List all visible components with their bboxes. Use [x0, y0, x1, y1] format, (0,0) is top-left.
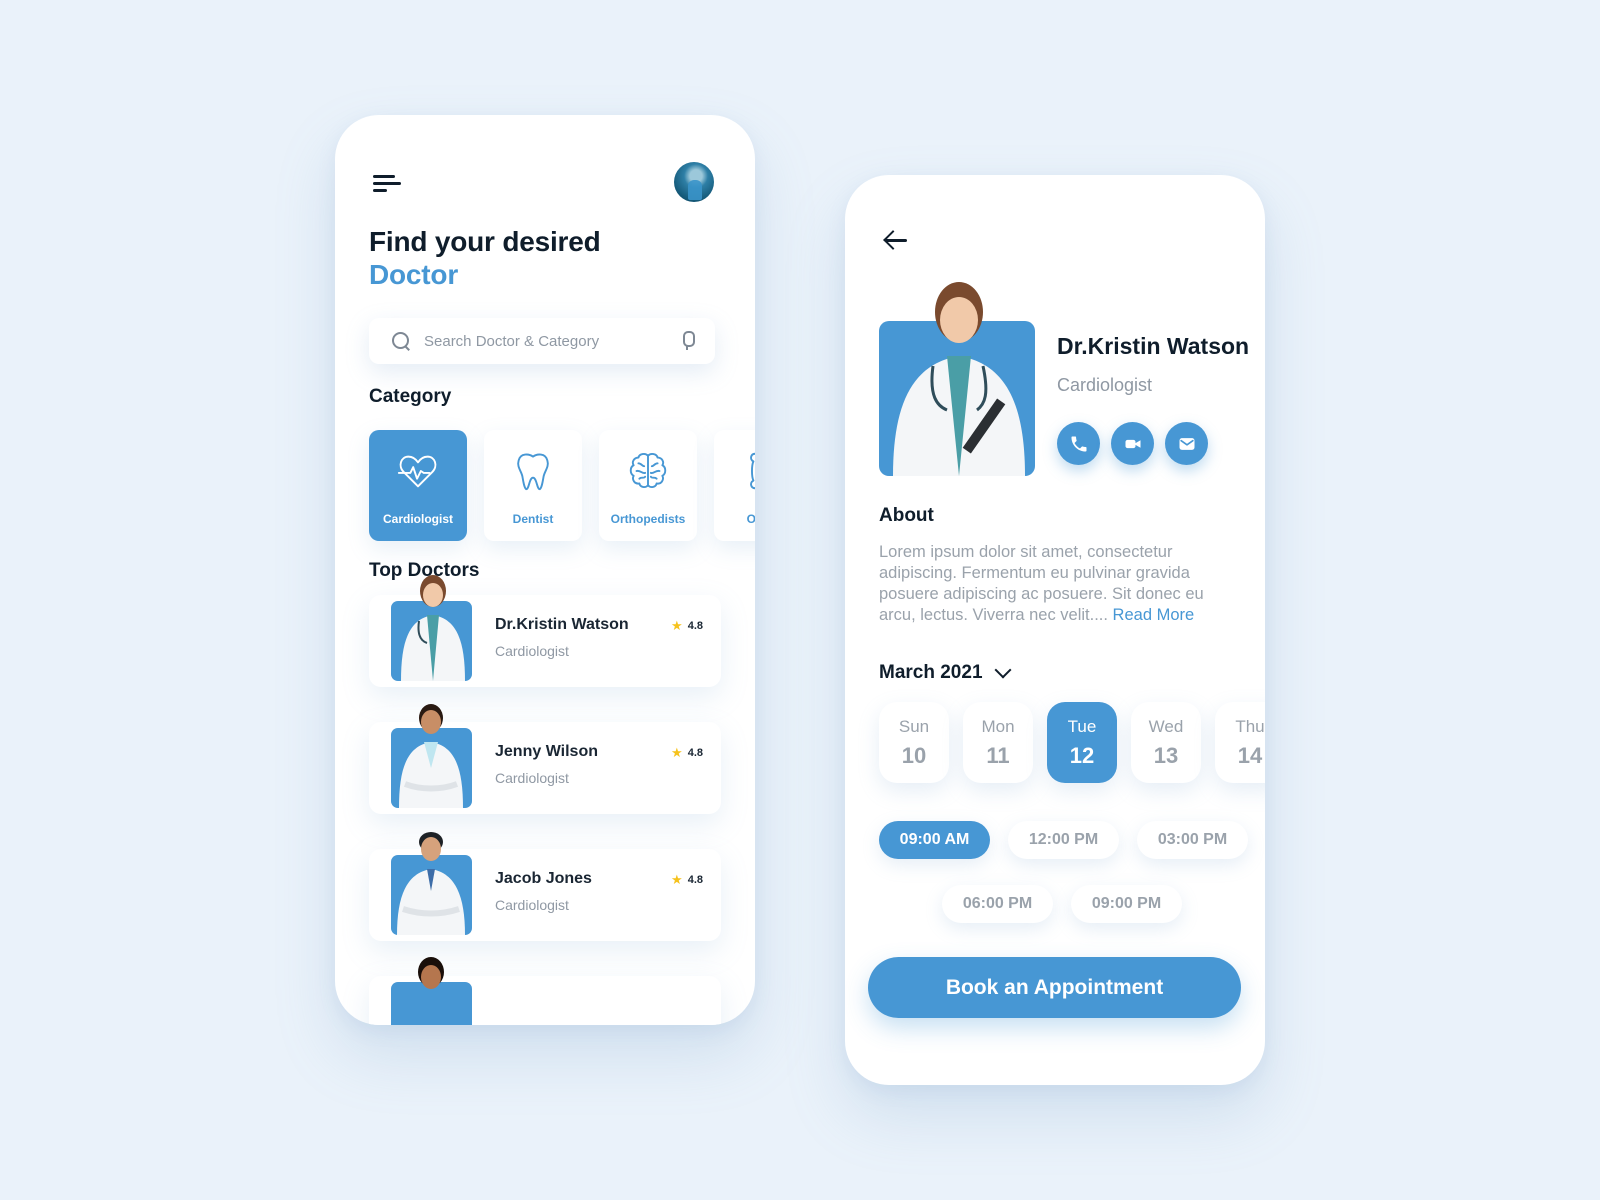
doctor-rating: ★ 4.8 — [671, 873, 703, 886]
doctor-specialty: Cardiologist — [495, 897, 569, 913]
star-icon: ★ — [671, 618, 683, 633]
day-name: Sun — [898, 716, 930, 736]
category-ortho[interactable]: Ortho — [714, 430, 755, 541]
video-call-button[interactable] — [1111, 422, 1154, 465]
category-label: Ortho — [746, 512, 755, 526]
time-slot[interactable]: 12:00 PM — [1008, 821, 1119, 859]
month-label: March 2021 — [879, 662, 983, 683]
search-icon — [391, 331, 411, 351]
doctor-photo — [391, 832, 472, 935]
bone-icon — [750, 452, 755, 490]
doctor-figure — [399, 704, 463, 808]
month-selector[interactable]: March 2021 — [879, 661, 1012, 684]
rating-value: 4.8 — [687, 619, 703, 632]
menu-icon[interactable] — [373, 172, 403, 196]
phone-icon — [1071, 436, 1086, 451]
category-label: Dentist — [512, 512, 554, 526]
category-dentist[interactable]: Dentist — [484, 430, 582, 541]
day-option[interactable]: Mon 11 — [963, 702, 1033, 783]
heart-pulse-icon — [397, 455, 437, 488]
book-appointment-button[interactable]: Book an Appointment — [868, 957, 1241, 1018]
day-name: Thu — [1235, 716, 1265, 736]
day-number: 11 — [986, 742, 1010, 768]
time-slot[interactable]: 06:00 PM — [942, 885, 1053, 923]
day-option[interactable]: Wed 13 — [1131, 702, 1201, 783]
date-picker: Sun 10 Mon 11 Tue 12 Wed 13 Thu 14 — [879, 702, 1265, 783]
tooth-icon — [517, 453, 549, 491]
about-heading: About — [879, 505, 934, 526]
doctor-figure — [418, 957, 444, 989]
doctor-card[interactable]: Jacob Jones Cardiologist ★ 4.8 — [369, 832, 721, 941]
doctor-photo — [391, 575, 472, 681]
doctor-name: Jacob Jones — [495, 870, 592, 887]
mail-icon — [1179, 437, 1194, 450]
menu-line — [373, 189, 387, 192]
video-icon — [1125, 439, 1140, 448]
category-cardiologist[interactable]: Cardiologist — [369, 430, 467, 541]
doctor-card[interactable]: Jenny Wilson Cardiologist ★ 4.8 — [369, 704, 721, 814]
brain-icon — [629, 453, 667, 488]
day-number: 12 — [1069, 742, 1095, 768]
doctor-detail-screen: Dr.Kristin Watson Cardiologist About Lor… — [845, 175, 1265, 1085]
time-slot-row: 09:00 AM 12:00 PM 03:00 PM — [879, 821, 1259, 859]
search-bar — [369, 318, 715, 364]
message-button[interactable] — [1165, 422, 1208, 465]
doctor-figure — [401, 575, 465, 681]
menu-line — [373, 182, 401, 185]
doctor-rating: ★ 4.8 — [671, 746, 703, 759]
doctor-name: Dr.Kristin Watson — [1057, 333, 1250, 359]
day-name: Wed — [1148, 716, 1184, 736]
day-name: Tue — [1067, 716, 1097, 736]
headline-line-2: Doctor — [369, 259, 459, 290]
doctor-card[interactable]: Dr.Kristin Watson Cardiologist ★ 4.8 — [369, 575, 721, 687]
home-screen: Find your desired Doctor Category Cardio… — [335, 115, 755, 1025]
rating-value: 4.8 — [687, 746, 703, 759]
doctor-photo — [879, 282, 1035, 476]
doctor-photo — [391, 704, 472, 808]
user-avatar[interactable] — [674, 162, 714, 202]
rating-value: 4.8 — [687, 873, 703, 886]
doctor-photo — [391, 957, 472, 1025]
microphone-icon[interactable] — [679, 330, 695, 352]
day-option[interactable]: Thu 14 — [1215, 702, 1265, 783]
day-option-selected[interactable]: Tue 12 — [1047, 702, 1117, 783]
search-input[interactable] — [424, 332, 679, 350]
call-button[interactable] — [1057, 422, 1100, 465]
day-number: 13 — [1153, 742, 1179, 768]
menu-line — [373, 175, 395, 178]
headline-line-1: Find your desired — [369, 226, 601, 257]
arrow-left-icon[interactable] — [883, 230, 911, 250]
doctor-specialty: Cardiologist — [495, 643, 569, 659]
doctor-specialty: Cardiologist — [495, 770, 569, 786]
doctor-figure — [397, 832, 465, 935]
star-icon: ★ — [671, 872, 683, 887]
time-slot-selected[interactable]: 09:00 AM — [879, 821, 990, 859]
doctor-figure — [893, 282, 1025, 476]
doctor-name: Dr.Kristin Watson — [495, 616, 629, 633]
day-number: 14 — [1237, 742, 1263, 768]
category-orthopedists[interactable]: Orthopedists — [599, 430, 697, 541]
contact-actions — [1057, 422, 1208, 465]
time-slot[interactable]: 09:00 PM — [1071, 885, 1182, 923]
day-name: Mon — [981, 716, 1015, 736]
star-icon: ★ — [671, 745, 683, 760]
category-heading: Category — [369, 386, 452, 407]
day-option[interactable]: Sun 10 — [879, 702, 949, 783]
about-text: Lorem ipsum dolor sit amet, consectetur … — [879, 542, 1239, 626]
doctor-rating: ★ 4.8 — [671, 619, 703, 632]
category-label: Orthopedists — [610, 512, 686, 526]
time-slot-picker: 09:00 AM 12:00 PM 03:00 PM 06:00 PM 09:0… — [879, 821, 1259, 949]
time-slot-row: 06:00 PM 09:00 PM — [879, 885, 1259, 923]
time-slot[interactable]: 03:00 PM — [1137, 821, 1248, 859]
read-more-link[interactable]: Read More — [1113, 606, 1195, 624]
chevron-down-icon — [994, 661, 1012, 679]
doctor-specialty: Cardiologist — [1057, 375, 1153, 395]
page-title: Find your desired Doctor — [369, 225, 601, 291]
category-label: Cardiologist — [382, 512, 453, 526]
doctor-list: Dr.Kristin Watson Cardiologist ★ 4.8 Jen… — [369, 575, 721, 1025]
day-number: 10 — [901, 742, 927, 768]
category-list: Cardiologist Dentist Orthopedists Ortho — [369, 430, 755, 541]
doctor-card[interactable] — [369, 957, 721, 1025]
doctor-name: Jenny Wilson — [495, 743, 598, 760]
